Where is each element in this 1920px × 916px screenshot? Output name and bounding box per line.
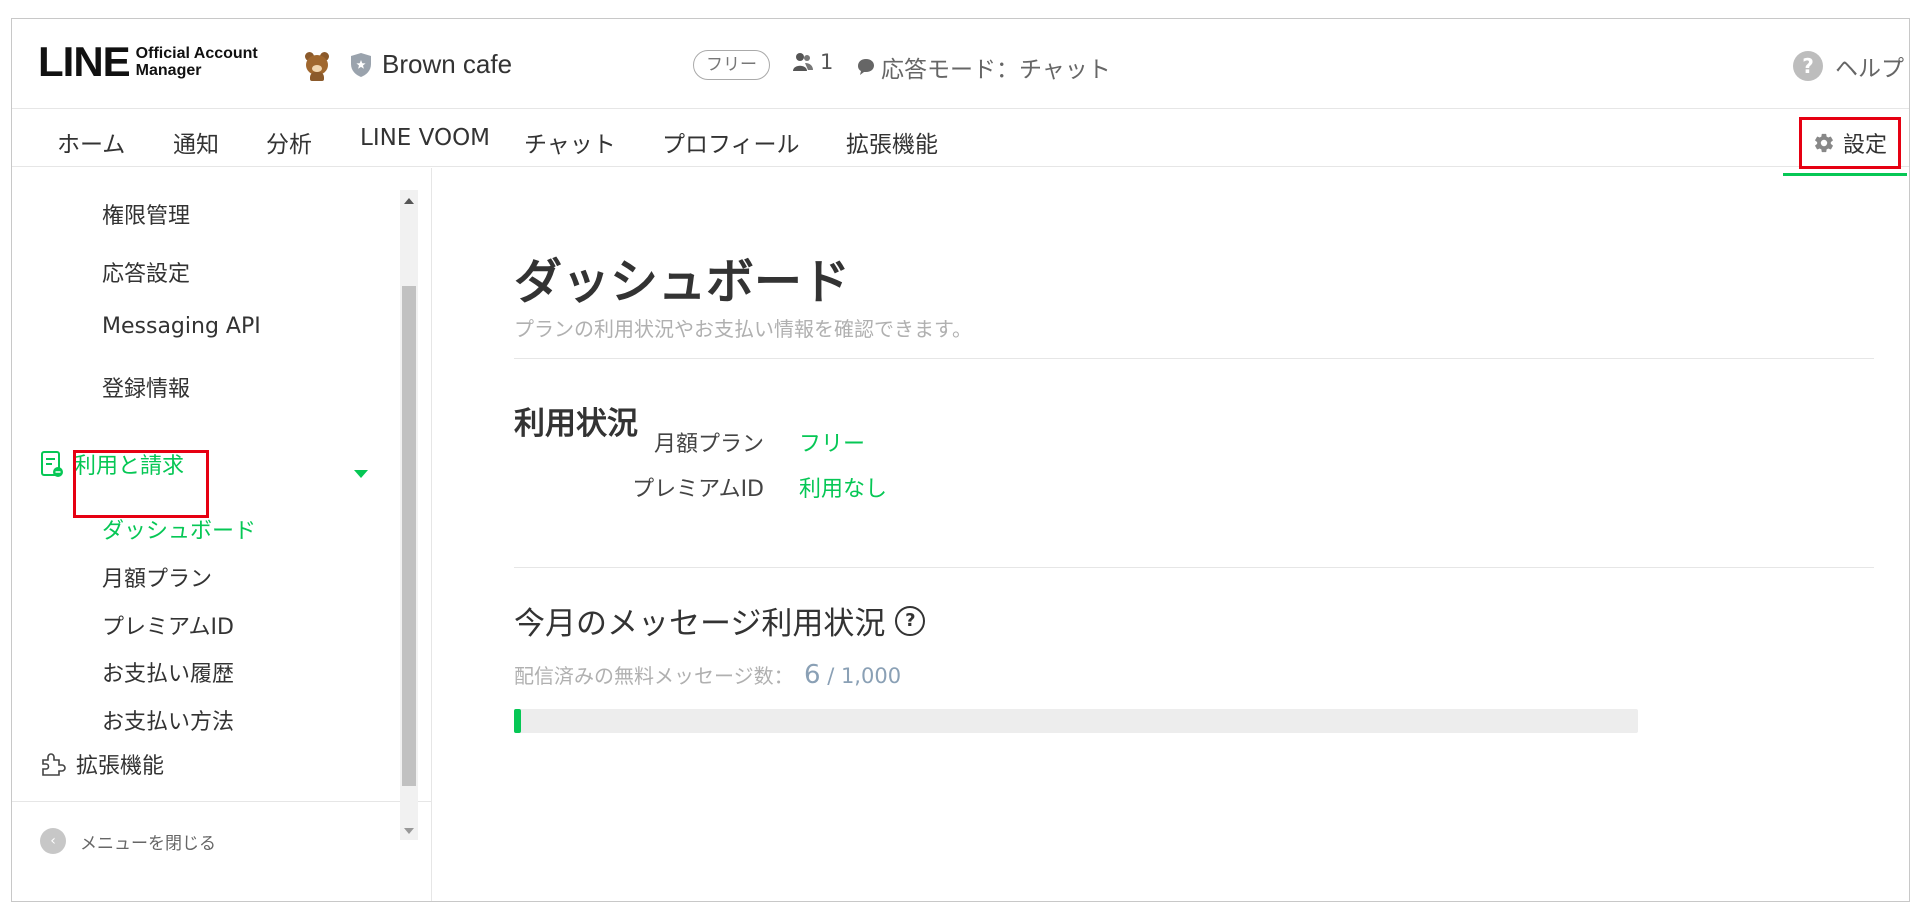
messages-heading: 今月のメッセージ利用状況 ? — [514, 598, 926, 643]
response-mode[interactable]: 応答モード：チャット — [857, 50, 1111, 84]
sidebar-item-payment-method[interactable]: お支払い方法 — [102, 704, 234, 736]
main-nav: ホーム 通知 分析 LINE VOOM チャット プロフィール 拡張機能 — [12, 109, 1909, 167]
verified-shield-icon — [351, 52, 371, 77]
sidebar-scrollbar-thumb[interactable] — [402, 286, 416, 786]
friends-icon — [793, 53, 813, 71]
nav-notifications[interactable]: 通知 — [173, 125, 219, 159]
logo-line-text: LINE — [38, 38, 131, 85]
logo-subtitle-line1: Official Account — [135, 45, 258, 62]
nav-extensions[interactable]: 拡張機能 — [846, 125, 938, 159]
account-name: Brown cafe — [382, 49, 513, 79]
usage-billing-highlight — [73, 450, 209, 518]
divider — [514, 358, 1874, 359]
sidebar-item-monthly-plan[interactable]: 月額プラン — [102, 561, 212, 593]
settings-label: 設定 — [1842, 133, 1887, 158]
close-menu-label: メニューを閉じる — [80, 833, 216, 854]
friends-count-value: 1 — [820, 50, 834, 74]
app-frame: LINE Official Account Manager Brown cafe… — [11, 18, 1910, 902]
sidebar-item-payment-history[interactable]: お支払い履歴 — [102, 656, 234, 688]
monthly-plan-value[interactable]: フリー — [799, 426, 865, 458]
sidebar-extensions-label: 拡張機能 — [76, 754, 165, 779]
chevron-down-icon[interactable] — [354, 470, 368, 478]
nav-chat[interactable]: チャット — [524, 125, 616, 159]
sidebar-divider — [12, 801, 432, 802]
gear-icon — [1815, 133, 1833, 153]
nav-line-voom[interactable]: LINE VOOM — [360, 125, 490, 151]
main-content: ダッシュボード プランの利用状況やお支払い情報を確認できます。 利用状況 月額プ… — [433, 168, 1909, 901]
chat-bubble-icon — [858, 59, 874, 75]
logo-subtitle-line2: Manager — [135, 62, 202, 79]
puzzle-icon — [42, 753, 66, 776]
scroll-down-arrow-icon[interactable] — [404, 828, 414, 834]
sidebar-item-registration-info[interactable]: 登録情報 — [102, 371, 190, 403]
premium-id-label: プレミアムID — [632, 477, 764, 502]
scroll-up-arrow-icon[interactable] — [404, 198, 414, 204]
logo-subtitle: Official Account Manager — [136, 45, 258, 79]
account-switcher[interactable]: Brown cafe — [304, 49, 513, 81]
premium-id-value[interactable]: 利用なし — [799, 471, 887, 503]
sidebar-item-messaging-api[interactable]: Messaging API — [102, 314, 261, 339]
help-icon: ? — [1793, 51, 1823, 81]
delivered-count: 6 — [803, 660, 821, 690]
sidebar-item-premium-id[interactable]: プレミアムID — [102, 609, 234, 641]
progress-fill — [514, 709, 521, 733]
page-title: ダッシュボード — [514, 254, 851, 310]
response-mode-label: 応答モード：チャット — [881, 57, 1111, 83]
question-icon[interactable]: ? — [895, 605, 926, 636]
sidebar-item-response-settings[interactable]: 応答設定 — [102, 256, 190, 288]
settings-button[interactable]: 設定 — [1799, 117, 1901, 169]
delivered-total: / 1,000 — [820, 664, 902, 688]
sidebar-item-permissions[interactable]: 権限管理 — [102, 198, 190, 230]
sidebar-item-dashboard[interactable]: ダッシュボード — [102, 513, 256, 545]
nav-analytics[interactable]: 分析 — [266, 125, 312, 159]
close-menu-button[interactable]: ‹ メニューを閉じる — [40, 828, 216, 854]
line-oam-logo[interactable]: LINE Official Account Manager — [38, 41, 258, 83]
messages-heading-label: 今月のメッセージ利用状況 — [514, 606, 886, 642]
chevron-left-icon: ‹ — [40, 828, 66, 854]
billing-document-icon — [41, 451, 63, 477]
page-subtitle: プランの利用状況やお支払い情報を確認できます。 — [514, 317, 972, 341]
help-label: ヘルプ — [1835, 56, 1904, 82]
nav-home[interactable]: ホーム — [57, 125, 125, 159]
delivered-label: 配信済みの無料メッセージ数： — [514, 664, 794, 688]
sidebar-section-extensions[interactable]: 拡張機能 — [40, 748, 164, 780]
plan-badge: フリー — [693, 50, 770, 80]
nav-profile[interactable]: プロフィール — [662, 125, 800, 159]
delivered-messages-count: 配信済みの無料メッセージ数： 6 / 1,000 — [514, 660, 901, 690]
monthly-plan-label: 月額プラン — [653, 432, 764, 457]
account-avatar — [304, 50, 330, 81]
help-link[interactable]: ? ヘルプ — [1793, 49, 1904, 83]
message-usage-progress-bar — [514, 709, 1638, 733]
friends-count[interactable]: 1 — [792, 50, 833, 74]
top-header: LINE Official Account Manager Brown cafe… — [12, 19, 1909, 109]
settings-sidebar: 権限管理 応答設定 Messaging API 登録情報 利用と請求 ダッシュボ… — [12, 168, 432, 901]
divider — [514, 567, 1874, 568]
